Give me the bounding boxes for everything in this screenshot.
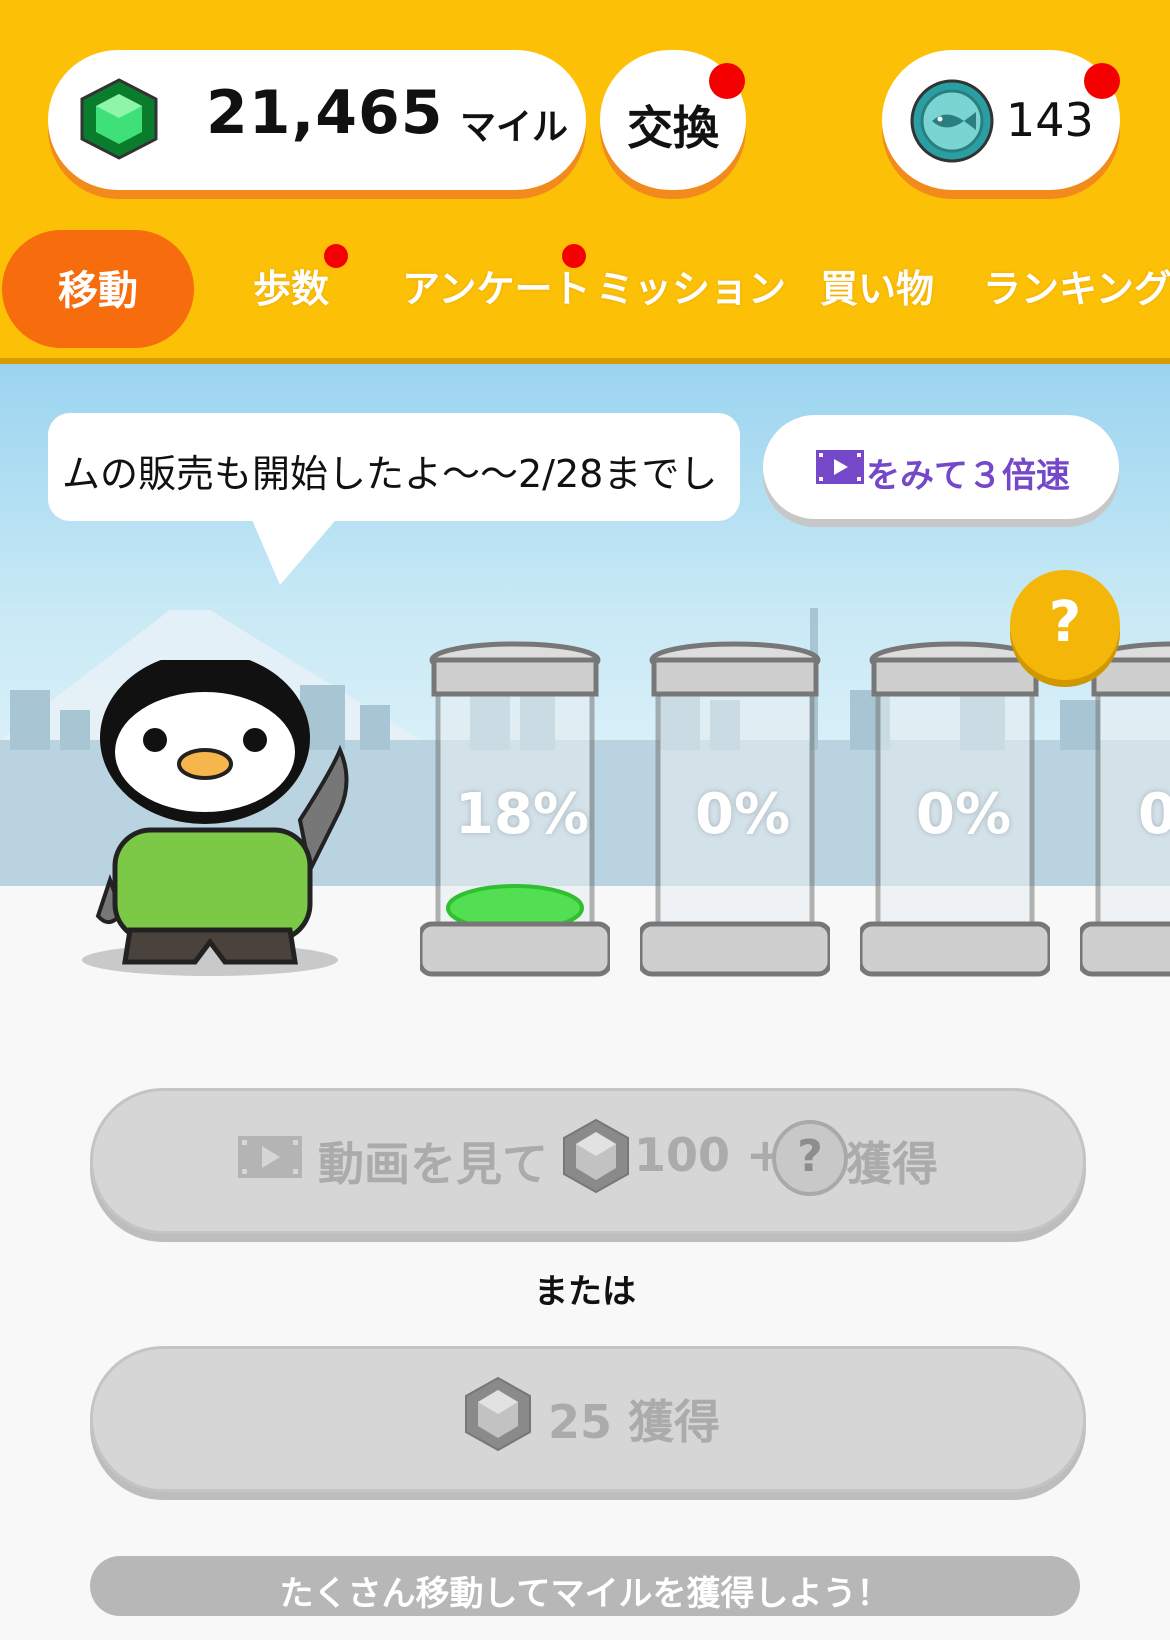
jar-question-badge[interactable]: ? [1010, 570, 1120, 680]
speech-bubble: ムの販売も開始したよ〜〜2/28までし [48, 413, 740, 521]
penguin-mascot [82, 660, 349, 976]
tab-steps-notification-dot [324, 244, 348, 268]
jar-2-percent: 0% [695, 782, 791, 847]
tab-steps[interactable]: 歩数 [253, 258, 329, 313]
speech-text: ムの販売も開始したよ〜〜2/28までし [62, 452, 718, 496]
ground-area [0, 886, 1170, 1640]
film-icon [238, 1136, 302, 1178]
video-reward-text-suffix: 獲得 [846, 1137, 938, 1191]
video-reward-text: 動画を見て [318, 1137, 548, 1191]
tab-ranking[interactable]: ランキング [983, 258, 1170, 313]
fish-coin-notification-dot [1084, 63, 1120, 99]
miles-value: 21,465 [206, 78, 444, 148]
tab-shopping[interactable]: 買い物 [820, 258, 934, 313]
jar-4-percent: 0 [1138, 782, 1170, 847]
gray-gem-icon [465, 1376, 531, 1452]
exchange-label: 交換 [627, 101, 719, 155]
jar-3-percent: 0% [916, 782, 1012, 847]
jar-1-percent: 18% [455, 782, 590, 847]
video-boost-label: をみて３倍速 [866, 456, 1070, 496]
hint-text: たくさん移動してマイルを獲得しよう！ [279, 1574, 891, 1614]
basic-reward-label: 25 獲得 [548, 1395, 721, 1449]
tab-mission[interactable]: ミッション [596, 258, 786, 313]
speech-bubble-tail [250, 515, 340, 585]
or-label: または [534, 1272, 636, 1312]
film-icon [816, 450, 864, 484]
tab-survey-notification-dot [562, 244, 586, 268]
question-token-icon: ? [772, 1120, 848, 1196]
video-reward-amount: 100 + [634, 1128, 785, 1182]
exchange-notification-dot [709, 63, 745, 99]
gray-gem-icon [563, 1118, 629, 1194]
tab-survey[interactable]: アンケート [402, 258, 590, 313]
fish-coin-value: 143 [1006, 93, 1094, 147]
green-gem-icon [80, 78, 158, 160]
fish-coin-icon [910, 79, 994, 163]
tab-move-label: 移動 [58, 268, 138, 314]
miles-unit: マイル [460, 107, 569, 148]
